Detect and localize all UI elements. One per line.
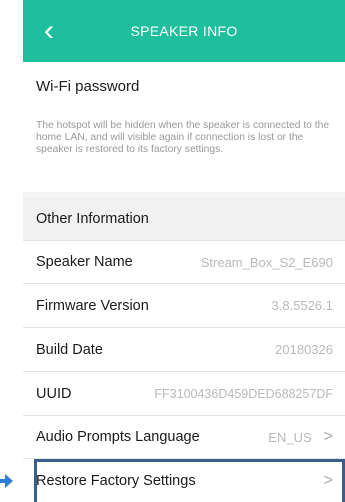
firmware-version-value: 3.8.5526.1 (271, 298, 333, 313)
pointer-arrow-icon (0, 474, 13, 488)
build-date-row: Build Date 20180326 (23, 328, 345, 372)
uuid-label: UUID (36, 385, 72, 402)
highlight-box (34, 459, 345, 502)
audio-prompts-language-row[interactable]: Audio Prompts Language EN_US > (23, 416, 345, 459)
audio-prompts-language-label: Audio Prompts Language (36, 429, 200, 445)
uuid-row: UUID FF3100436D459DED688257DF (23, 372, 345, 416)
top-bar: ‹ SPEAKER INFO (23, 0, 345, 62)
speaker-name-row[interactable]: Speaker Name Stream_Box_S2_E690 (23, 241, 345, 284)
firmware-version-label: Firmware Version (36, 297, 149, 314)
wifi-password-item[interactable]: Wi-Fi password The hotspot will be hidde… (23, 62, 345, 192)
phone-screen: ‹ SPEAKER INFO Wi-Fi password The hotspo… (23, 0, 345, 502)
audio-prompts-language-value: EN_US (268, 429, 312, 445)
build-date-label: Build Date (36, 341, 103, 358)
chevron-right-icon: > (323, 428, 333, 445)
wifi-password-description: The hotspot will be hidden when the spea… (36, 120, 330, 156)
other-information-section-header: Other Information (23, 198, 345, 241)
back-chevron-left-icon[interactable]: ‹ (37, 16, 61, 46)
uuid-value: FF3100436D459DED688257DF (154, 386, 333, 401)
speaker-name-value: Stream_Box_S2_E690 (200, 254, 333, 270)
speaker-name-label: Speaker Name (36, 254, 133, 270)
firmware-version-row: Firmware Version 3.8.5526.1 (23, 284, 345, 328)
wifi-password-title: Wi-Fi password (36, 78, 140, 95)
page-title: SPEAKER INFO (130, 23, 238, 39)
build-date-value: 20180326 (275, 342, 333, 357)
section-title: Other Information (36, 211, 149, 227)
